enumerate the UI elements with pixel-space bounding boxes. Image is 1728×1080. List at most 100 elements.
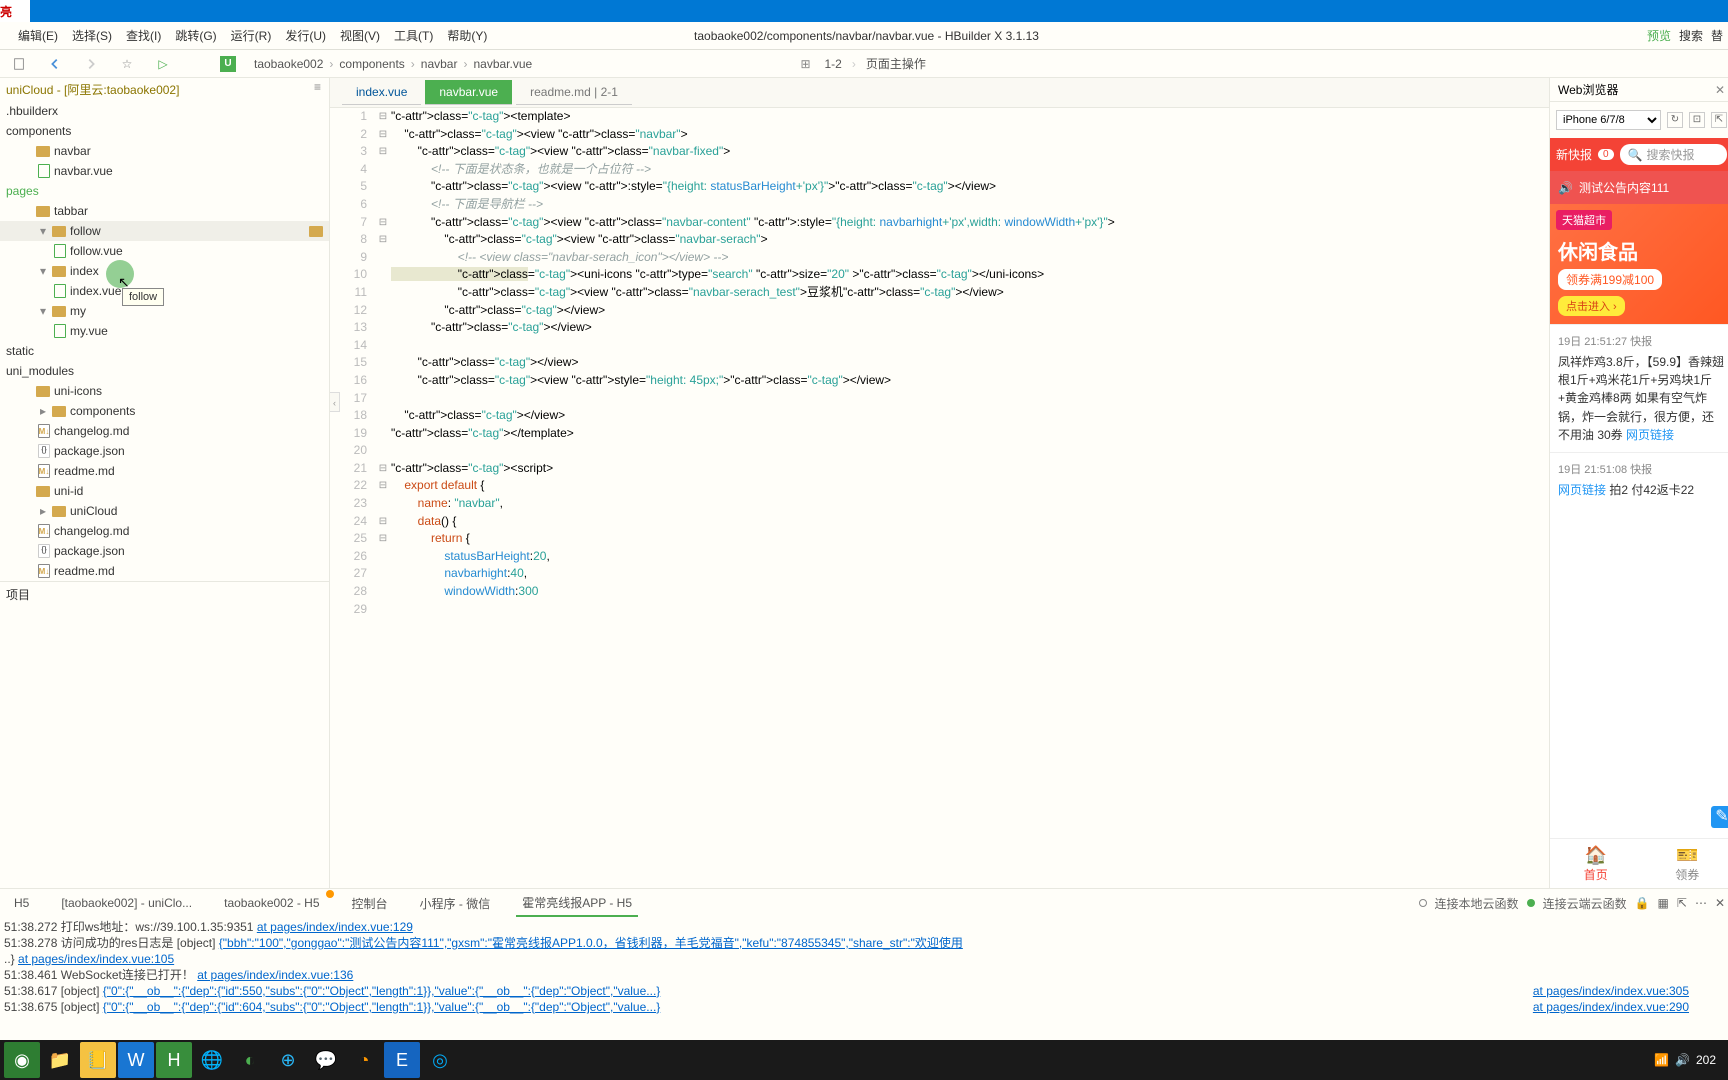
crumb-dir2[interactable]: navbar: [421, 57, 458, 71]
tree-item[interactable]: {}package.json: [0, 541, 329, 561]
resize-icon[interactable]: ⊡: [1689, 112, 1705, 128]
pv-news-item[interactable]: 19日 21:51:08 快报 网页链接 拍2 付42返卡22: [1550, 452, 1728, 507]
radio-cloud[interactable]: [1527, 899, 1535, 907]
tree-item[interactable]: index.vue: [0, 281, 329, 301]
tree-item[interactable]: ▸components: [0, 401, 329, 421]
taskbar-edge[interactable]: E: [384, 1042, 420, 1078]
tree-item[interactable]: tabbar: [0, 201, 329, 221]
tree-item[interactable]: ▾index: [0, 261, 329, 281]
layout-icon[interactable]: ⊞: [797, 55, 815, 73]
external-icon[interactable]: ⇱: [1711, 112, 1727, 128]
taskbar-app2[interactable]: W: [118, 1042, 154, 1078]
menu-run[interactable]: 运行(R): [231, 27, 272, 44]
taskbar-files[interactable]: 📁: [42, 1042, 78, 1078]
console-output[interactable]: 51:38.272 打印ws地址：ws://39.100.1.35:9351 a…: [0, 917, 1728, 1058]
pv-float-button[interactable]: ✎: [1711, 806, 1728, 828]
tab-navbar[interactable]: navbar.vue: [425, 80, 512, 105]
crumb-file[interactable]: navbar.vue: [473, 57, 532, 71]
console-tab-console[interactable]: 控制台: [346, 891, 394, 916]
console-lock-icon[interactable]: 🔒: [1635, 896, 1650, 910]
console-tab-h5-2[interactable]: taobaoke002 - H5: [218, 892, 325, 914]
crumb-dir[interactable]: components: [339, 57, 404, 71]
main-area: ≡ uniCloud - [阿里云:taobaoke002] .hbuilder…: [0, 78, 1728, 888]
tree-item[interactable]: M↓readme.md: [0, 461, 329, 481]
news-link[interactable]: 网页链接: [1626, 428, 1674, 442]
tree-item[interactable]: .hbuilderx: [0, 101, 329, 121]
tree-item[interactable]: {}package.json: [0, 441, 329, 461]
menu-edit[interactable]: 编辑(E): [18, 27, 58, 44]
tree-item[interactable]: M↓changelog.md: [0, 521, 329, 541]
pv-search[interactable]: 🔍搜索快报: [1620, 144, 1727, 165]
tab-index[interactable]: index.vue: [342, 80, 421, 105]
tree-item[interactable]: components: [0, 121, 329, 141]
tree-item[interactable]: uni-icons: [0, 381, 329, 401]
radio-local[interactable]: [1419, 899, 1427, 907]
taskbar-app1[interactable]: 📒: [80, 1042, 116, 1078]
taskbar-app6[interactable]: ◎: [422, 1042, 458, 1078]
menu-search[interactable]: 搜索: [1679, 27, 1703, 44]
taskbar-wechat[interactable]: 💬: [308, 1042, 344, 1078]
preview-viewport[interactable]: 新快报 0 🔍搜索快报 🔊 测试公告内容111 天猫超市 休闲食品 领券满199…: [1550, 138, 1728, 888]
menu-tools[interactable]: 工具(T): [394, 27, 433, 44]
tree-item[interactable]: M↓readme.md: [0, 561, 329, 581]
code-editor[interactable]: 1234567891011121314151617181920212223242…: [330, 108, 1549, 888]
crumb-project[interactable]: taobaoke002: [254, 57, 323, 71]
menu-select[interactable]: 选择(S): [72, 27, 112, 44]
page-op-label[interactable]: 页面主操作: [866, 55, 926, 72]
tree-item[interactable]: navbar.vue: [0, 161, 329, 181]
pv-tab-coupon[interactable]: 🎫领券: [1642, 839, 1728, 888]
console-tab-unicloud[interactable]: [taobaoke002] - uniClo...: [55, 892, 198, 914]
star-icon[interactable]: ☆: [118, 55, 136, 73]
console-tab-wechat[interactable]: 小程序 - 微信: [414, 891, 497, 916]
tray-net-icon[interactable]: 📶: [1654, 1053, 1669, 1067]
sidebar-footer[interactable]: 项目: [0, 581, 329, 607]
taskbar-chrome[interactable]: 🌐: [194, 1042, 230, 1078]
console-tab-h5[interactable]: H5: [8, 892, 35, 914]
news-link[interactable]: 网页链接: [1558, 483, 1606, 497]
back-icon[interactable]: [46, 55, 64, 73]
tree-item[interactable]: uni_modules: [0, 361, 329, 381]
pv-news-item[interactable]: 19日 21:51:27 快报 凤祥炸鸡3.8斤，【59.9】香辣翅根1斤+鸡米…: [1550, 324, 1728, 452]
tree-item[interactable]: ▸uniCloud: [0, 501, 329, 521]
tree-item[interactable]: follow.vue: [0, 241, 329, 261]
menu-goto[interactable]: 跳转(G): [175, 27, 216, 44]
new-file-icon[interactable]: [10, 55, 28, 73]
tree-item[interactable]: M↓changelog.md: [0, 421, 329, 441]
menu-find[interactable]: 查找(I): [126, 27, 161, 44]
tree-item[interactable]: ▾follow: [0, 221, 329, 241]
forward-icon[interactable]: [82, 55, 100, 73]
tree-item[interactable]: ▾my: [0, 301, 329, 321]
tree-item[interactable]: uni-id: [0, 481, 329, 501]
pv-tab-home[interactable]: 🏠首页: [1550, 839, 1642, 888]
tree-item[interactable]: navbar: [0, 141, 329, 161]
tab-readme[interactable]: readme.md | 2-1: [516, 80, 632, 105]
console-more-icon[interactable]: ⋯: [1695, 896, 1707, 910]
tree-item[interactable]: pages: [0, 181, 329, 201]
taskbar-hbuilder[interactable]: H: [156, 1042, 192, 1078]
pv-banner[interactable]: 天猫超市 休闲食品 领券满199减100 点击进入 ›: [1550, 204, 1728, 324]
console-export-icon[interactable]: ⇱: [1677, 896, 1687, 910]
taskbar-app4[interactable]: ⊕: [270, 1042, 306, 1078]
sidebar-collapse-icon[interactable]: ‹: [330, 392, 340, 412]
taskbar-start[interactable]: ◉: [4, 1042, 40, 1078]
tree-item[interactable]: static: [0, 341, 329, 361]
console-close-icon[interactable]: ✕: [1715, 896, 1725, 910]
console-clear-icon[interactable]: ▦: [1658, 896, 1669, 910]
tray-time[interactable]: 202: [1696, 1053, 1716, 1067]
refresh-icon[interactable]: ↻: [1667, 112, 1683, 128]
play-icon[interactable]: ▷: [154, 55, 172, 73]
device-select[interactable]: iPhone 6/7/8: [1556, 110, 1661, 130]
menu-help[interactable]: 帮助(Y): [447, 27, 487, 44]
tray-vol-icon[interactable]: 🔊: [1675, 1053, 1690, 1067]
menu-replace[interactable]: 替: [1711, 27, 1723, 44]
preview-close-icon[interactable]: ✕: [1715, 83, 1725, 97]
menu-preview[interactable]: 预览: [1647, 27, 1671, 44]
menu-view[interactable]: 视图(V): [340, 27, 380, 44]
taskbar-app3[interactable]: ◐: [232, 1042, 268, 1078]
taskbar-app5[interactable]: ◔: [346, 1042, 382, 1078]
menu-publish[interactable]: 发行(U): [285, 27, 326, 44]
tree-root[interactable]: uniCloud - [阿里云:taobaoke002]: [0, 78, 329, 101]
console-tab-app[interactable]: 霍常亮线报APP - H5: [516, 890, 638, 917]
tree-item[interactable]: my.vue: [0, 321, 329, 341]
sidebar-menu-icon[interactable]: ≡: [314, 80, 321, 94]
